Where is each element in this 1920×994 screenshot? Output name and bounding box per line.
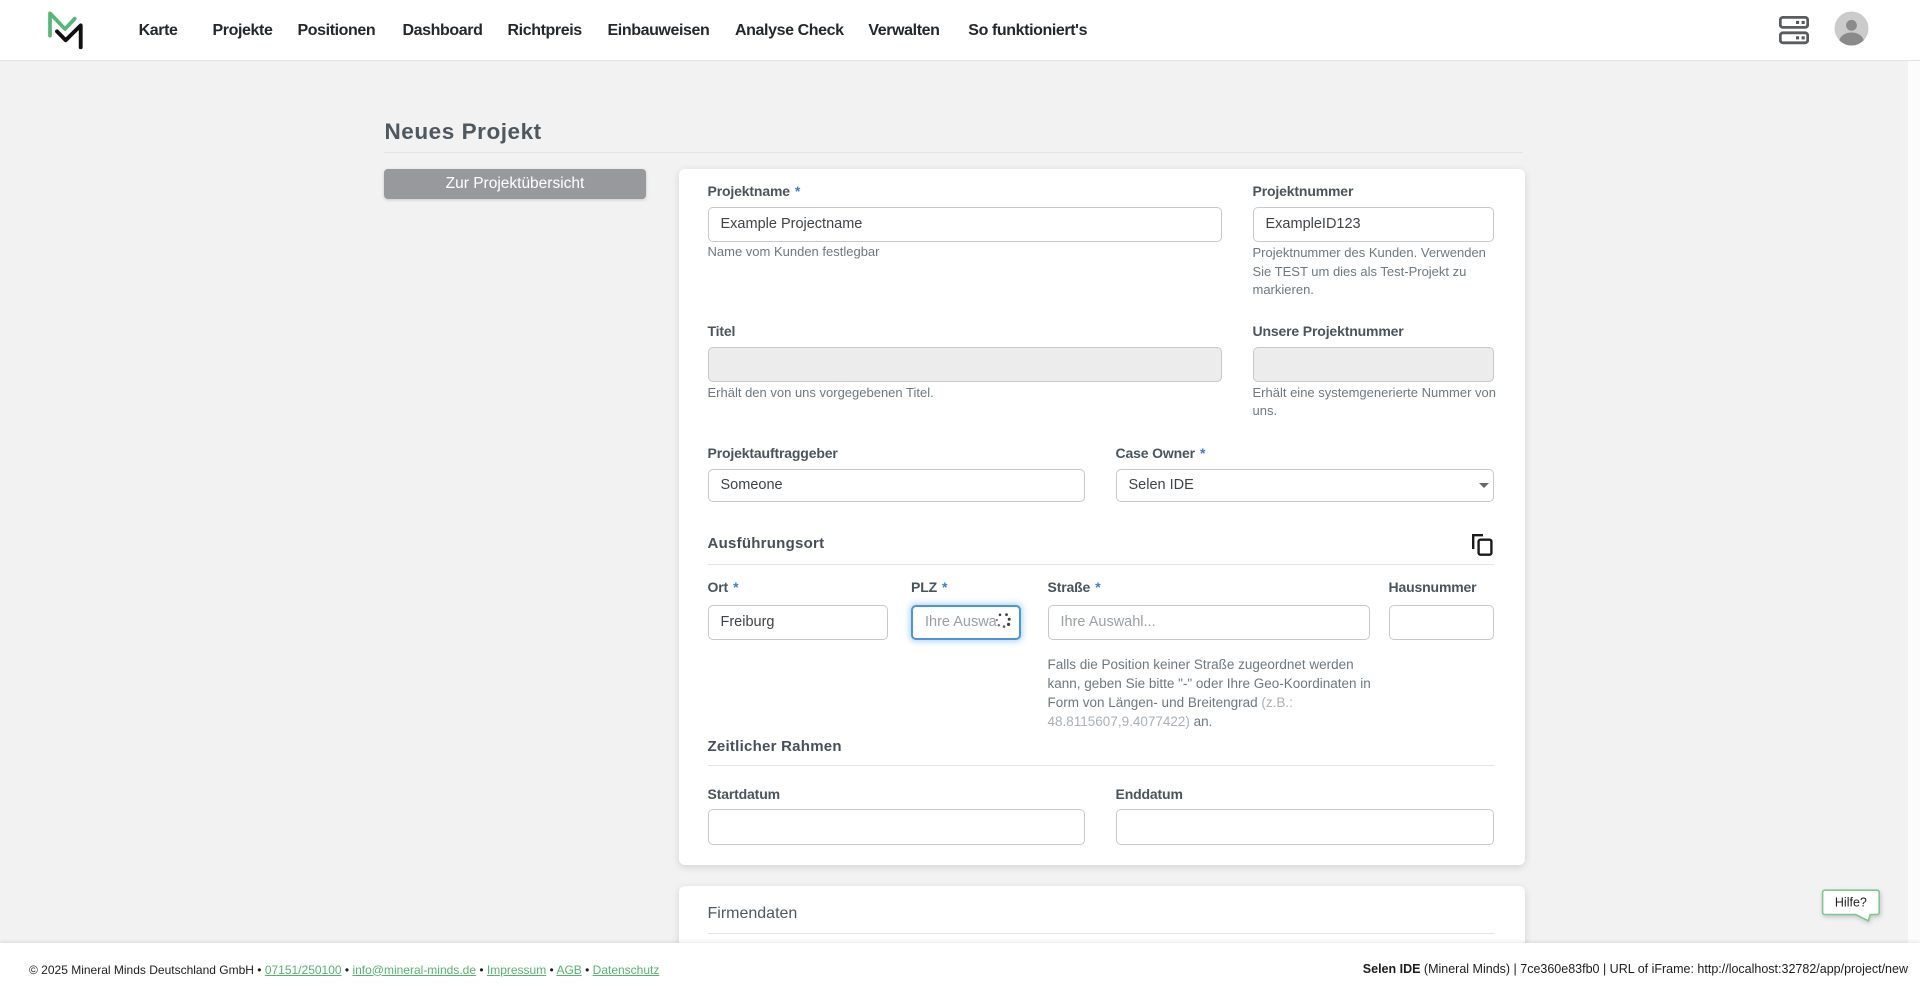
- svg-text:Hilfe?: Hilfe?: [1835, 896, 1867, 910]
